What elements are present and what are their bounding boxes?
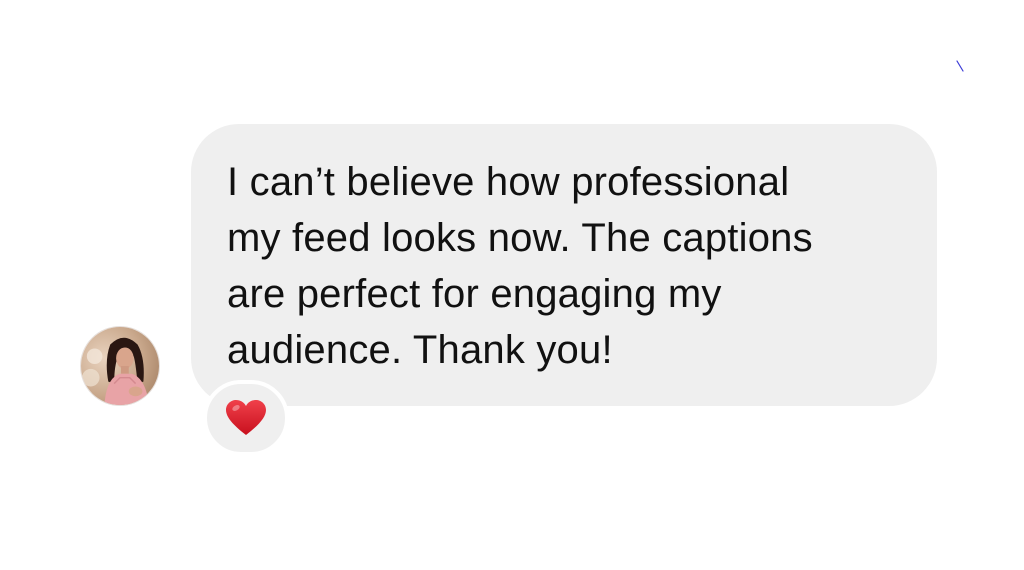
- message-text: I can’t believe how professional my feed…: [227, 160, 813, 372]
- sender-avatar[interactable]: [80, 326, 160, 406]
- reaction-badge[interactable]: [203, 380, 289, 456]
- cursor-mark-icon: [956, 60, 964, 72]
- red-heart-icon: [226, 400, 266, 435]
- profile-photo-icon: [81, 327, 159, 405]
- message-bubble[interactable]: I can’t believe how professional my feed…: [191, 124, 937, 406]
